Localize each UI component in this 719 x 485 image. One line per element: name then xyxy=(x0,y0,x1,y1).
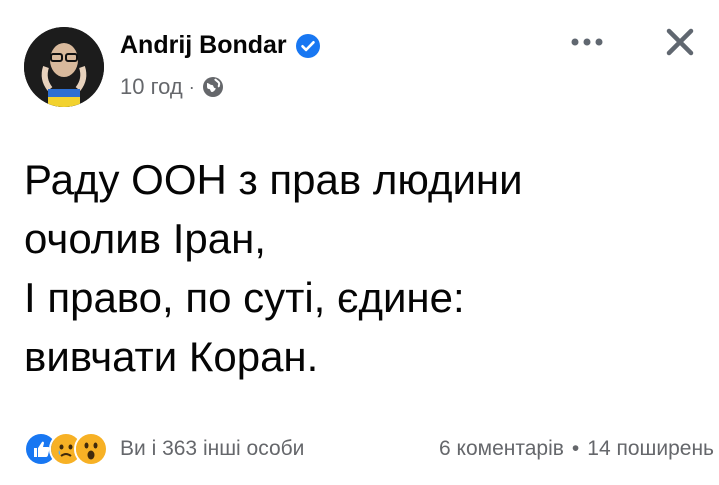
wow-icon xyxy=(74,432,108,466)
reaction-icons[interactable] xyxy=(24,432,108,466)
footer-separator: • xyxy=(571,437,580,460)
shares-count[interactable]: 14 поширень xyxy=(587,437,714,461)
more-options-button[interactable] xyxy=(565,24,609,60)
close-icon xyxy=(666,28,694,56)
close-button[interactable] xyxy=(660,22,700,62)
post-text: Раду ООН з прав людини очолив Іран, І пр… xyxy=(24,156,523,380)
more-icon xyxy=(571,38,603,46)
author-avatar[interactable] xyxy=(24,27,104,107)
post-footer: Ви і 363 інші особи 6 коментарів • 14 по… xyxy=(24,432,714,466)
meta-separator: · xyxy=(188,76,195,97)
post-time[interactable]: 10 год xyxy=(120,74,183,100)
globe-icon xyxy=(201,75,225,99)
verified-badge-icon xyxy=(295,33,321,59)
post-header: Andrij Bondar 10 год · xyxy=(0,0,719,130)
author-name-row: Andrij Bondar xyxy=(120,31,321,60)
comments-count[interactable]: 6 коментарів xyxy=(439,437,564,461)
reactions-count[interactable]: Ви і 363 інші особи xyxy=(120,437,304,461)
author-name[interactable]: Andrij Bondar xyxy=(120,31,287,60)
post-meta: 10 год · xyxy=(120,74,225,100)
